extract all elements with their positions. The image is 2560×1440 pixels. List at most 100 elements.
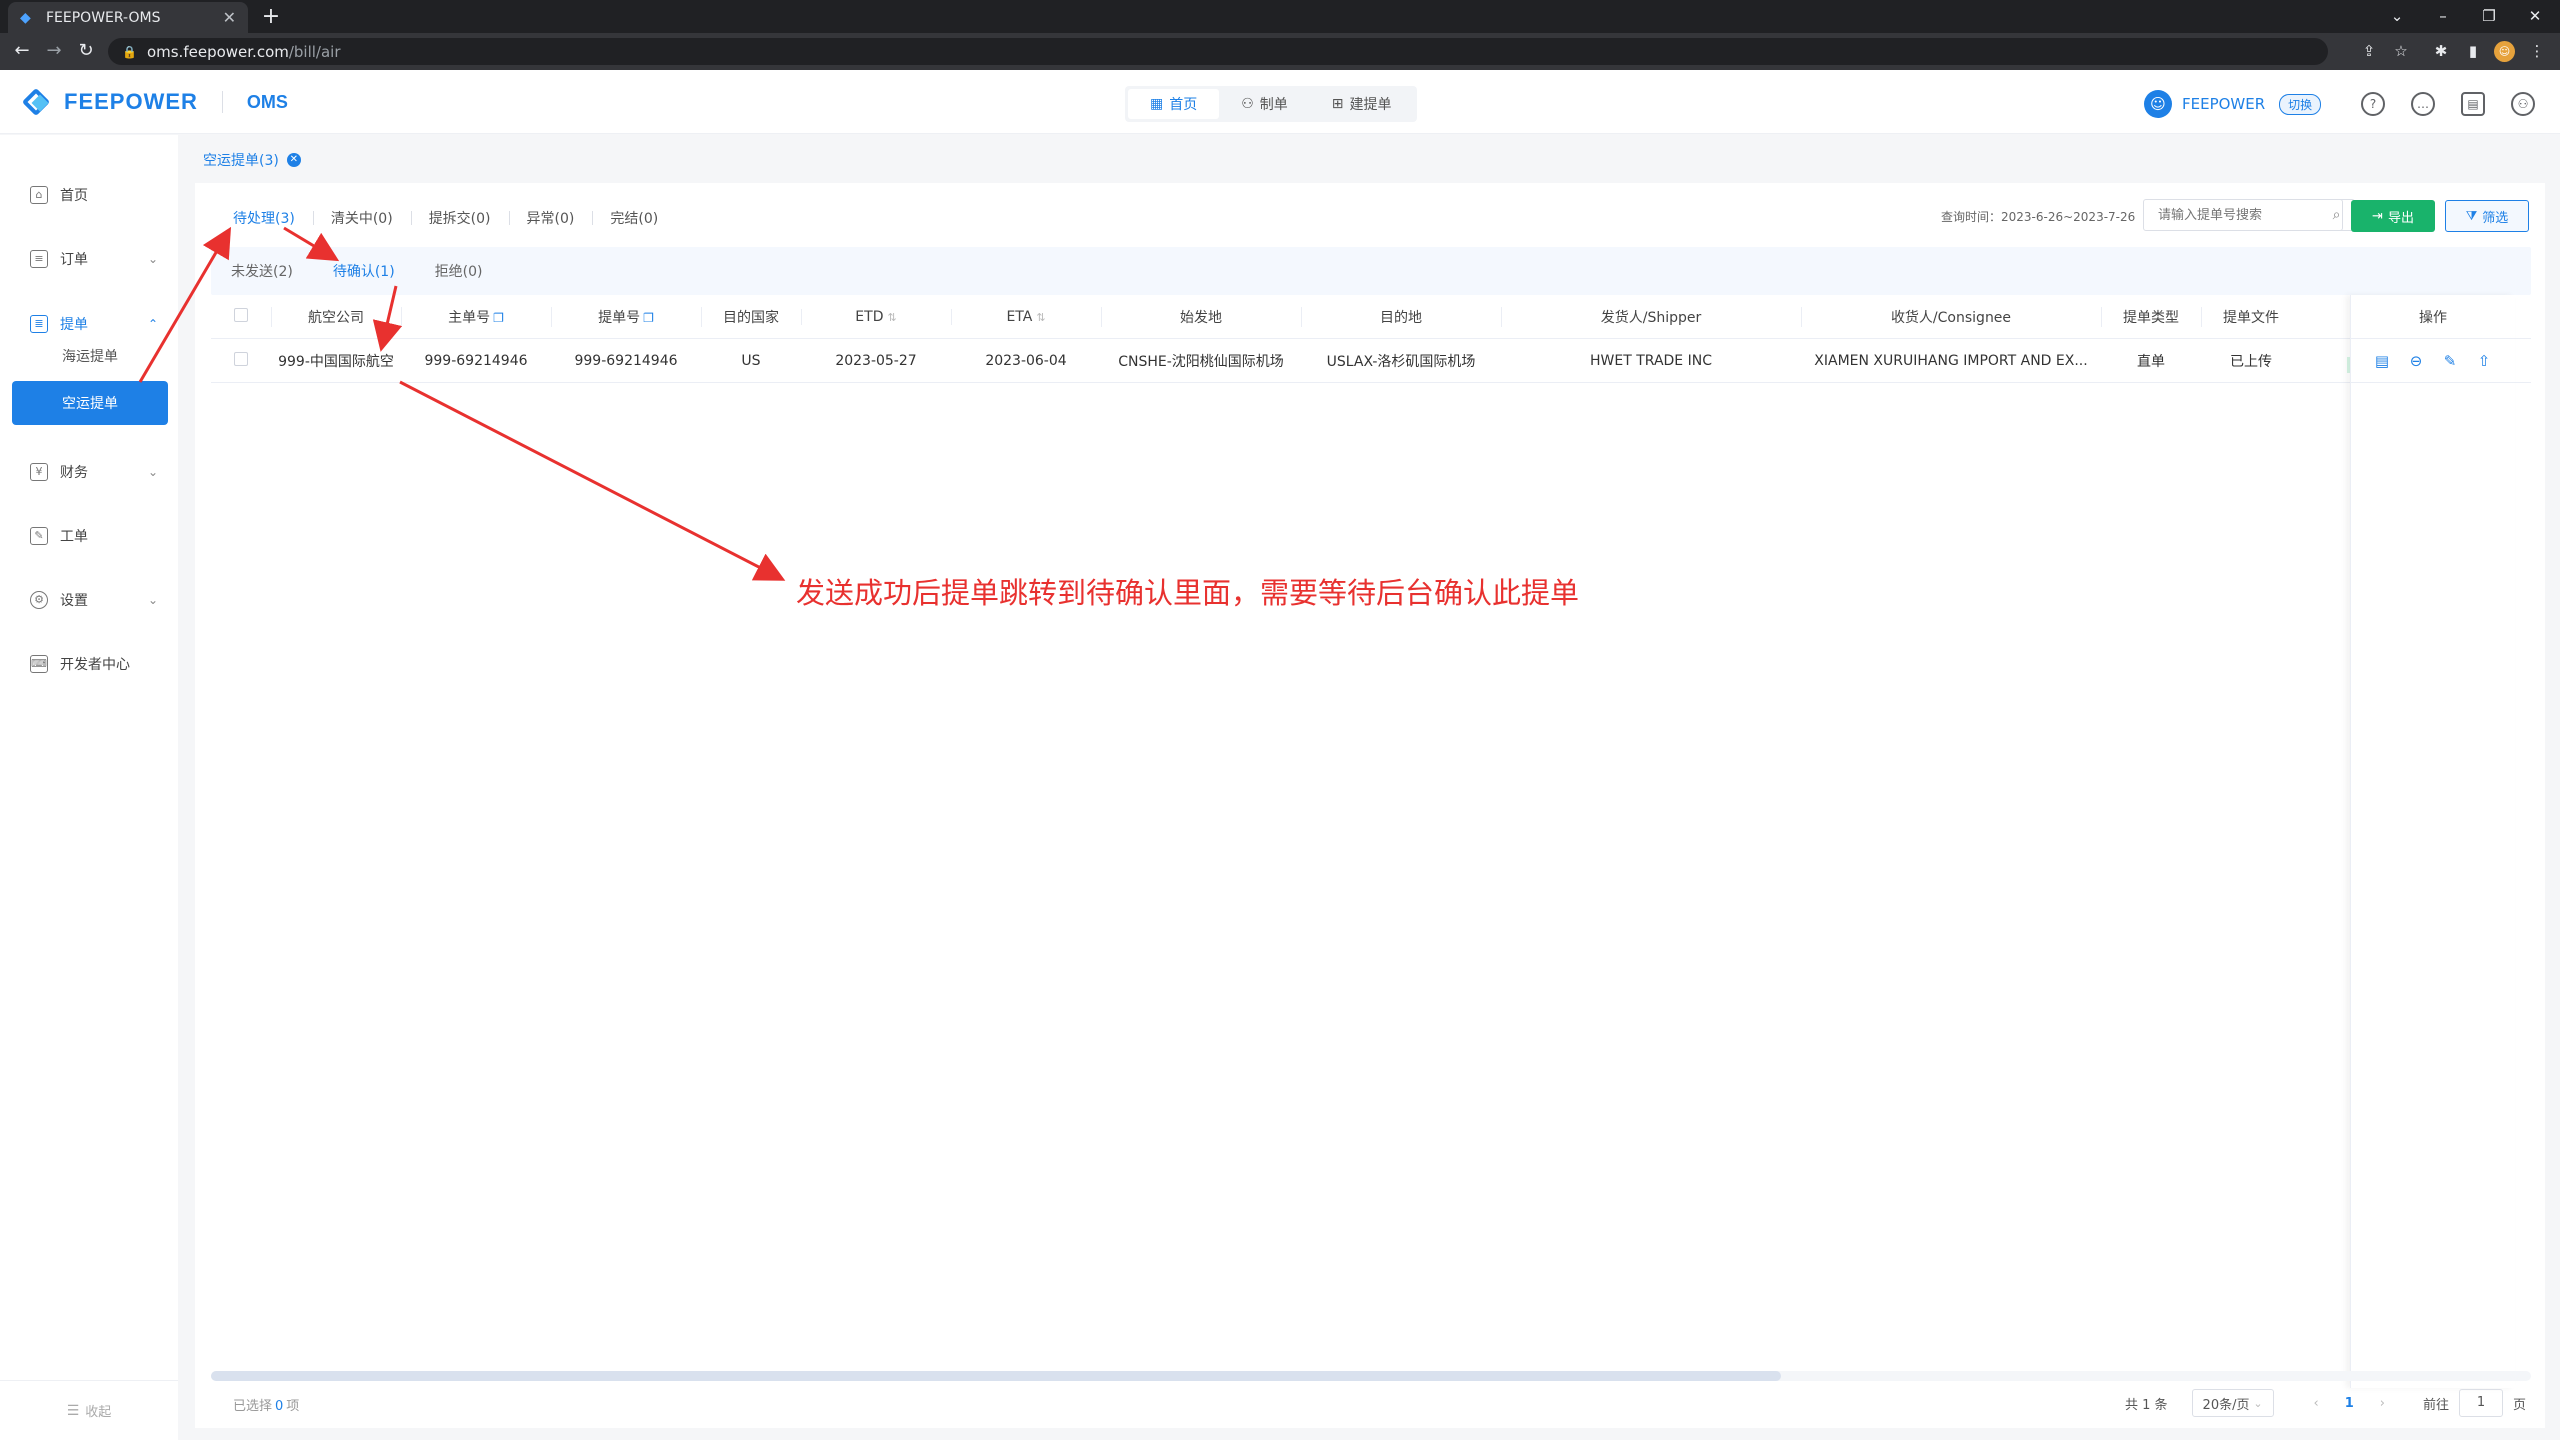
user-avatar-icon: ☺ [2144,90,2172,118]
new-tab-icon[interactable]: + [258,4,284,30]
doc-add-icon: ⊞ [1331,96,1344,112]
sidebar-item-developer[interactable]: ⌨ 开发者中心 [0,644,178,684]
select-all-checkbox[interactable] [234,307,248,322]
sidebar-item-label: 开发者中心 [60,657,130,673]
nav-home[interactable]: ▦ 首页 [1128,89,1220,119]
switch-account-button[interactable]: 切换 [2279,93,2322,115]
tab-search-icon[interactable]: ⌄ [2374,0,2420,33]
column-header[interactable]: ETD ⇅ [801,308,951,325]
filter-button[interactable]: ⧩ 筛选 [2445,200,2529,232]
home-icon: ⌂ [30,186,48,204]
export-button-label: 导出 [2387,210,2414,226]
cell-shipper: HWET TRADE INC [1590,352,1712,369]
subtab-unsent[interactable]: 未发送(2) [231,261,293,281]
calendar-icon[interactable]: ▤ [2461,92,2485,116]
sidebar-item-tickets[interactable]: ✎ 工单 [0,516,178,556]
help-icon[interactable]: ? [2361,92,2385,116]
edit-icon[interactable]: ✎ [2441,352,2459,370]
share-icon[interactable]: ⇪ [2358,40,2380,62]
view-detail-icon[interactable]: ▤ [2373,352,2391,370]
export-button[interactable]: ⇥ 导出 [2351,200,2435,232]
subtab-rejected[interactable]: 拒绝(0) [435,261,483,281]
user-block[interactable]: ☺ FEEPOWER 切换 [2144,90,2322,118]
column-header[interactable]: ETA ⇅ [951,308,1101,325]
column-header: 收货人/Consignee [1801,306,2101,327]
app-header: FEEPOWER OMS ▦ 首页 ⚇ 制单 ⊞ 建提单 ☺ FEEPOWER … [0,70,2560,134]
back-icon[interactable]: ← [10,39,34,63]
nav-create-order[interactable]: ⚇ 制单 [1219,89,1310,119]
copy-icon[interactable]: ❐ [493,311,504,325]
breadcrumb-tag-air-bill[interactable]: 空运提单(3) ✕ [195,150,309,170]
chevron-down-icon: ⌄ [2253,1396,2263,1410]
scrollbar-thumb[interactable] [211,1371,1781,1381]
column-header: 发货人/Shipper [1501,306,1801,327]
selected-prefix: 已选择 [233,1399,273,1414]
sort-icon[interactable]: ⇅ [1036,311,1045,324]
sidebar-item-home[interactable]: ⌂ 首页 [0,175,178,215]
minimize-icon[interactable]: – [2420,0,2466,33]
sort-icon[interactable]: ⇅ [887,311,896,324]
extensions-icon[interactable]: ✱ [2430,40,2452,62]
logo[interactable]: FEEPOWER OMS [21,87,288,117]
browser-menu-icon[interactable]: ⋮ [2526,40,2548,62]
nav-create-bill[interactable]: ⊞ 建提单 [1310,89,1414,119]
tab-close-icon[interactable]: ✕ [223,8,236,27]
bookmark-star-icon[interactable]: ☆ [2390,40,2412,62]
address-bar[interactable]: 🔒 oms.feepower.com/bill/air [108,38,2328,65]
forward-icon[interactable]: → [42,39,66,63]
sidepanel-icon[interactable]: ▮ [2462,40,2484,62]
collapse-sidebar-button[interactable]: ☰ 收起 [0,1380,178,1440]
search-icon[interactable]: ⌕ [2319,199,2355,231]
sidebar-item-finance[interactable]: ¥ 财务 ⌄ [0,452,178,492]
annotation-note: 发送成功后提单跳转到待确认里面，需要等待后台确认此提单 [796,576,1580,610]
tab-completed[interactable]: 完结(0) [592,208,676,228]
cell-consignee: XIAMEN XURUIHANG IMPORT AND EX... [1814,352,2088,369]
bill-icon: ≣ [30,315,48,333]
sidebar-item-orders[interactable]: ≡ 订单 ⌄ [0,239,178,279]
export-icon: ⇥ [2372,208,2383,224]
current-page[interactable]: 1 [2345,1396,2354,1411]
horizontal-scrollbar[interactable] [211,1371,2531,1381]
user-name: FEEPOWER [2182,95,2266,113]
row-select-cell [211,351,271,370]
sidebar-item-label: 首页 [60,188,88,204]
more-icon[interactable]: ⊖ [2407,352,2425,370]
account-icon[interactable]: ⚇ [2511,92,2535,116]
upload-icon[interactable]: ⇧ [2475,352,2493,370]
browser-tabbar: ◆ FEEPOWER-OMS ✕ + ⌄ – ❐ ✕ [0,0,2560,33]
search-input[interactable] [2143,199,2343,231]
sidebar-item-air-bill[interactable]: 空运提单 [12,381,168,425]
sidebar-item-label: 订单 [60,252,88,268]
nav-create-bill-label: 建提单 [1349,97,1392,113]
tab-pickup[interactable]: 提拆交(0) [410,208,509,228]
close-icon[interactable]: ✕ [286,153,301,167]
next-page-icon[interactable]: › [2380,1396,2385,1411]
chevron-down-icon: ⌄ [147,252,158,266]
sidebar-item-sea-bill[interactable]: 海运提单 [12,334,168,378]
selected-suffix: 项 [286,1399,300,1414]
sidebar-item-settings[interactable]: ⚙ 设置 ⌄ [0,580,178,620]
ops-row: ▤ ⊖ ✎ ⇧ [2351,339,2515,383]
reload-icon[interactable]: ↻ [74,39,98,63]
row-checkbox[interactable] [234,351,248,366]
browser-tab[interactable]: ◆ FEEPOWER-OMS ✕ [8,2,248,33]
window-close-icon[interactable]: ✕ [2512,0,2558,33]
pagination: 共 1 条 20条/页 ⌄ ‹ 1 › 前往 1 页 [2125,1388,2526,1418]
sidebar-item-label: 设置 [60,593,88,609]
profile-avatar-icon[interactable]: ☺ [2494,41,2515,62]
tab-exception[interactable]: 异常(0) [508,208,593,228]
filter-icon: ⧩ [2465,208,2478,224]
brand-name: FEEPOWER [64,89,198,114]
tab-clearing[interactable]: 清关中(0) [312,208,411,228]
table-row[interactable]: 999-中国国际航空 999-69214946 999-69214946 US … [211,339,2531,383]
copy-icon[interactable]: ❐ [643,311,654,325]
subtab-to-confirm[interactable]: 待确认(1) [333,261,395,281]
prev-page-icon[interactable]: ‹ [2314,1396,2319,1411]
tab-pending[interactable]: 待处理(3) [215,208,313,228]
goto-page-input[interactable]: 1 [2459,1389,2504,1417]
message-icon[interactable]: … [2411,92,2435,116]
page-size-select[interactable]: 20条/页 ⌄ [2191,1389,2274,1417]
finance-icon: ¥ [30,463,48,481]
restore-icon[interactable]: ❐ [2466,0,2512,33]
selection-summary: 已选择 0 项 [233,1395,299,1414]
